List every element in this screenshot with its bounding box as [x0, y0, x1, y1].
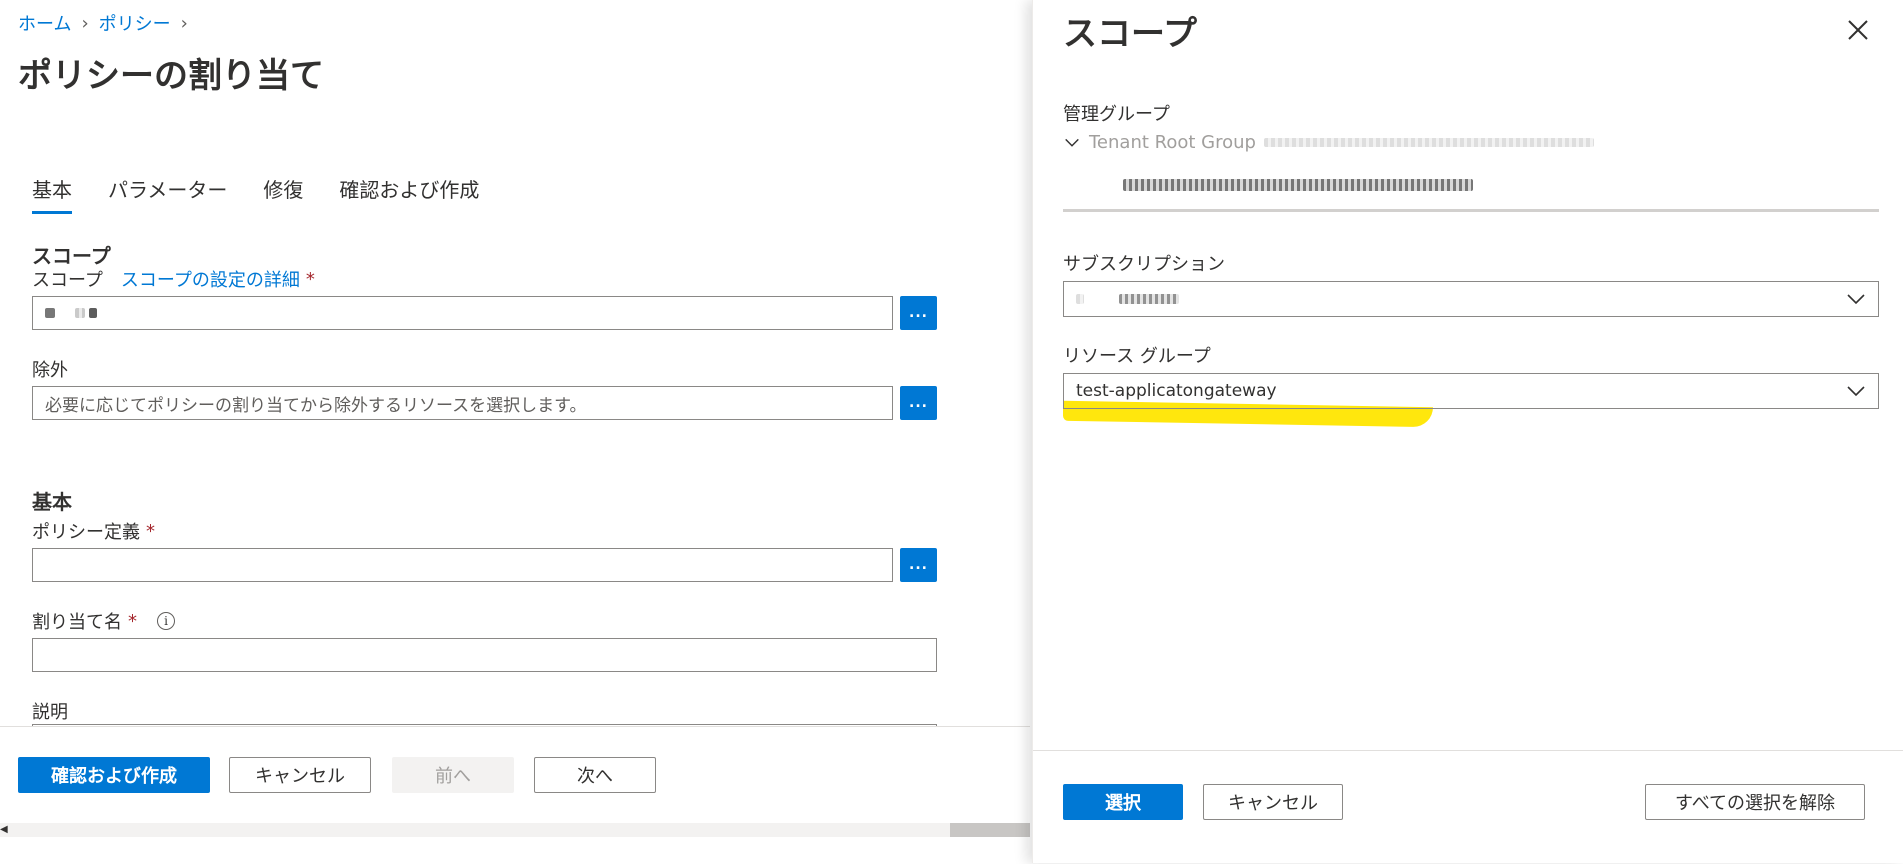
scrollbar-thumb[interactable] [950, 823, 1030, 837]
chevron-down-icon[interactable] [1846, 289, 1866, 309]
tab-bar: 基本 パラメーター 修復 確認および作成 [32, 174, 479, 214]
exclusion-input[interactable]: 必要に応じてポリシーの割り当てから除外するリソースを選択します。 [32, 386, 893, 420]
scope-browse-button[interactable]: ... [900, 296, 937, 330]
scope-panel: スコープ 管理グループ Tenant Root Group サブスクリプション … [1032, 0, 1903, 863]
tree-child-row[interactable] [1123, 176, 1473, 195]
assignment-name-label-text: 割り当て名 [32, 612, 122, 633]
tab-review-create[interactable]: 確認および作成 [339, 174, 479, 214]
scroll-left-icon[interactable]: ◀ [0, 824, 8, 835]
policy-definition-label: ポリシー定義 * [32, 518, 155, 544]
subscription-value [1076, 289, 1180, 309]
policy-definition-label-text: ポリシー定義 [32, 522, 140, 543]
breadcrumb-separator-icon: › [81, 12, 89, 34]
panel-cancel-button[interactable]: キャンセル [1203, 784, 1343, 820]
close-icon[interactable] [1846, 18, 1870, 42]
redacted-text [1119, 294, 1180, 304]
subscription-dropdown[interactable] [1063, 281, 1879, 317]
redacted-text [1076, 294, 1084, 304]
panel-footer: 選択 キャンセル すべての選択を解除 [1033, 750, 1903, 864]
horizontal-scrollbar[interactable]: ◀ [0, 823, 1030, 837]
review-create-button[interactable]: 確認および作成 [18, 757, 210, 793]
tab-basics[interactable]: 基本 [32, 174, 72, 214]
page-title: ポリシーの割り当て [18, 56, 324, 96]
basics-section-heading: 基本 [32, 490, 72, 514]
redacted-text [45, 308, 55, 318]
previous-button[interactable]: 前へ [392, 757, 514, 793]
resource-group-value: test-applicatongateway [1076, 381, 1277, 401]
assignment-name-input[interactable] [32, 638, 937, 672]
breadcrumb-policy[interactable]: ポリシー [99, 10, 171, 36]
scope-section-heading: スコープ [32, 244, 111, 268]
required-marker: * [128, 610, 137, 632]
breadcrumb: ホーム › ポリシー › [18, 10, 188, 36]
footer-bar: 確認および作成 キャンセル 前へ 次へ [0, 726, 1030, 863]
scope-details-link[interactable]: スコープの設定の詳細 [121, 266, 300, 292]
redacted-text [1123, 179, 1473, 191]
chevron-down-icon[interactable] [1846, 381, 1866, 401]
redacted-text [1263, 138, 1594, 147]
required-marker: * [305, 268, 315, 290]
cancel-button[interactable]: キャンセル [229, 757, 371, 793]
description-label: 説明 [32, 702, 68, 723]
exclusion-browse-button[interactable]: ... [900, 386, 937, 420]
resource-group-dropdown[interactable]: test-applicatongateway [1063, 373, 1879, 409]
tab-remediation[interactable]: 修復 [263, 174, 303, 214]
info-icon[interactable]: i [157, 612, 175, 630]
policy-assignment-page: ホーム › ポリシー › ポリシーの割り当て 基本 パラメーター 修復 確認およ… [0, 0, 1030, 863]
tab-parameters[interactable]: パラメーター [108, 174, 227, 214]
redacted-text [89, 308, 97, 318]
subscription-label: サブスクリプション [1063, 254, 1225, 275]
policy-definition-input[interactable] [32, 548, 893, 582]
tree-root-row[interactable]: Tenant Root Group [1063, 132, 1594, 153]
next-button[interactable]: 次へ [534, 757, 656, 793]
policy-definition-browse-button[interactable]: ... [900, 548, 937, 582]
management-group-label: 管理グループ [1063, 104, 1170, 125]
assignment-name-label: 割り当て名 * i [32, 608, 175, 634]
panel-title: スコープ [1063, 14, 1197, 54]
tenant-root-label: Tenant Root Group [1089, 132, 1256, 153]
breadcrumb-separator-icon: › [180, 12, 188, 34]
clear-all-button[interactable]: すべての選択を解除 [1645, 784, 1865, 820]
redacted-text [75, 308, 85, 318]
chevron-down-icon[interactable] [1063, 134, 1081, 152]
scope-input[interactable] [32, 296, 893, 330]
breadcrumb-home[interactable]: ホーム [18, 10, 71, 36]
resource-group-label: リソース グループ [1063, 346, 1211, 367]
tree-divider [1063, 209, 1879, 212]
scope-label: スコープ スコープの設定の詳細 * [32, 266, 315, 292]
select-button[interactable]: 選択 [1063, 784, 1183, 820]
scope-label-text: スコープ [32, 270, 103, 291]
exclusion-label: 除外 [32, 360, 68, 381]
required-marker: * [146, 520, 155, 542]
